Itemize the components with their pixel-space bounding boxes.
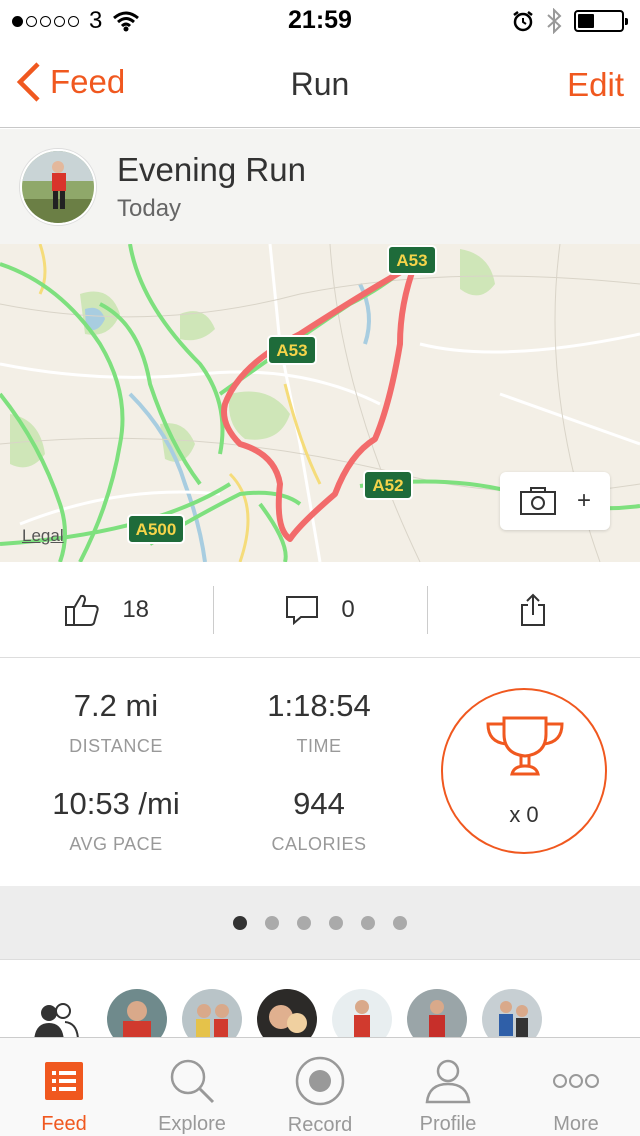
- comment-button[interactable]: 0: [213, 562, 426, 657]
- activity-date: Today: [117, 195, 182, 222]
- page-dot[interactable]: [393, 915, 407, 930]
- tab-label: Record: [287, 1114, 353, 1136]
- kudos-avatar[interactable]: [407, 989, 467, 1037]
- kudos-avatar[interactable]: [107, 989, 167, 1037]
- add-photo-button[interactable]: +: [500, 472, 610, 530]
- road-label-a52: A52: [363, 470, 413, 500]
- stat-distance: 7.2 mi DISTANCE: [6, 688, 226, 757]
- kudos-count: 18: [122, 595, 150, 623]
- kudos-button[interactable]: 18: [0, 562, 213, 657]
- time-value: 1:18:54: [267, 688, 371, 723]
- pace-value: 10:53 /mi: [52, 786, 180, 821]
- activity-title: Evening Run: [117, 151, 306, 188]
- tab-record[interactable]: Record: [256, 1038, 384, 1136]
- tab-more[interactable]: More: [512, 1038, 640, 1136]
- thumbs-up-icon: [65, 594, 99, 626]
- share-icon: [521, 593, 546, 626]
- kudos-avatar[interactable]: [257, 989, 317, 1037]
- stat-calories: 944 CALORIES: [209, 786, 429, 855]
- page-title: Run: [290, 66, 350, 102]
- share-button[interactable]: [426, 562, 640, 657]
- page-dot[interactable]: [265, 915, 279, 930]
- page-dot[interactable]: [329, 915, 343, 930]
- tab-bar: Feed Explore Record Profile More: [0, 1037, 640, 1136]
- kudos-avatar[interactable]: [332, 989, 392, 1037]
- road-label-a53-north: A53: [387, 245, 437, 275]
- profile-icon: [425, 1059, 471, 1103]
- search-icon: [170, 1059, 215, 1103]
- tab-label: Profile: [419, 1113, 477, 1135]
- trophy-icon: [486, 716, 564, 776]
- record-icon: [295, 1056, 345, 1106]
- kudos-list[interactable]: [0, 961, 640, 1037]
- activity-header[interactable]: Evening Run Today: [0, 129, 640, 244]
- calories-value: 944: [293, 786, 345, 821]
- distance-label: DISTANCE: [69, 736, 163, 756]
- plus-icon: +: [576, 487, 591, 514]
- tab-label: More: [553, 1113, 599, 1135]
- page-indicator[interactable]: [0, 886, 640, 960]
- comment-icon: [286, 595, 319, 625]
- activity-stats: 7.2 mi DISTANCE 1:18:54 TIME 10:53 /mi A…: [0, 658, 640, 886]
- time-label: TIME: [296, 736, 342, 756]
- bluetooth-icon: [547, 8, 562, 34]
- alarm-icon: [513, 11, 533, 32]
- tab-label: Feed: [41, 1113, 87, 1135]
- page-dot[interactable]: [361, 915, 375, 930]
- nav-bar: Feed Run Edit: [0, 40, 640, 128]
- people-icon: [34, 1003, 79, 1037]
- achievements-count: x 0: [509, 802, 539, 827]
- route-map[interactable]: A53 A53 A52 A500 Legal +: [0, 244, 640, 562]
- svg-text:A500: A500: [136, 520, 177, 539]
- svg-text:A53: A53: [396, 251, 427, 270]
- battery-icon: [574, 10, 628, 32]
- svg-text:A53: A53: [276, 341, 307, 360]
- kudos-avatar[interactable]: [182, 989, 242, 1037]
- road-label-a53-west: A53: [267, 335, 317, 365]
- status-bar: 3 21:59: [0, 0, 640, 40]
- tab-feed[interactable]: Feed: [0, 1038, 128, 1136]
- pace-label: AVG PACE: [69, 834, 163, 854]
- kudos-avatar[interactable]: [482, 989, 542, 1037]
- edit-button[interactable]: Edit: [567, 66, 624, 104]
- tab-explore[interactable]: Explore: [128, 1038, 256, 1136]
- feed-list-icon: [45, 1061, 83, 1100]
- tab-label: Explore: [158, 1113, 226, 1135]
- calories-label: CALORIES: [271, 834, 367, 854]
- stat-time: 1:18:54 TIME: [209, 688, 429, 757]
- stat-pace: 10:53 /mi AVG PACE: [6, 786, 226, 855]
- more-dots-icon: [553, 1073, 599, 1088]
- camera-icon: [519, 487, 556, 515]
- achievements-button[interactable]: x 0: [441, 688, 607, 854]
- svg-text:A52: A52: [372, 476, 403, 495]
- comment-count: 0: [341, 595, 355, 623]
- map-legal-link[interactable]: Legal: [22, 526, 64, 546]
- social-actions: 18 0: [0, 562, 640, 658]
- page-dot[interactable]: [297, 915, 311, 930]
- distance-value: 7.2 mi: [73, 688, 159, 723]
- tab-profile[interactable]: Profile: [384, 1038, 512, 1136]
- road-label-a500: A500: [127, 514, 185, 544]
- athlete-avatar[interactable]: [20, 149, 96, 225]
- page-dot[interactable]: [233, 915, 247, 930]
